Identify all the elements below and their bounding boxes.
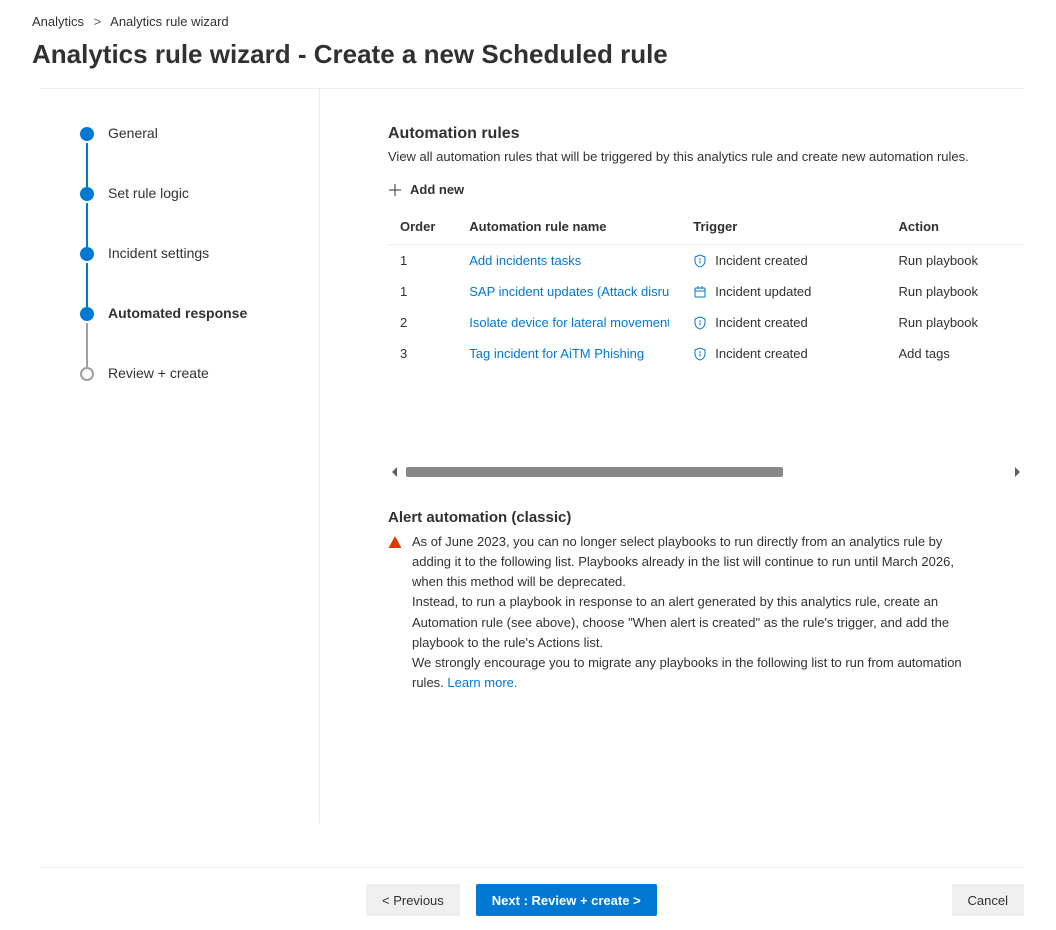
scroll-right-icon[interactable]	[1010, 467, 1024, 477]
warning-text-3: We strongly encourage you to migrate any…	[412, 653, 984, 693]
page-title: Analytics rule wizard - Create a new Sch…	[0, 39, 1056, 88]
cell-order: 1	[388, 276, 457, 307]
add-new-label: Add new	[410, 182, 464, 197]
step-connector	[86, 203, 88, 247]
alert-automation-warning: As of June 2023, you can no longer selec…	[388, 532, 1024, 693]
nav-label: Review + create	[108, 365, 209, 381]
cell-order: 1	[388, 245, 457, 277]
nav-label: Incident settings	[108, 245, 209, 261]
scroll-thumb[interactable]	[406, 467, 783, 477]
step-connector	[86, 143, 88, 187]
learn-more-link[interactable]: Learn more.	[447, 675, 517, 690]
cell-trigger: Incident updated	[681, 276, 886, 307]
nav-step-incident-settings[interactable]: Incident settings	[80, 245, 299, 305]
step-dot-icon	[80, 127, 94, 141]
table-row[interactable]: 1Add incidents tasksIncident createdRun …	[388, 245, 1024, 277]
alert-automation-classic-title: Alert automation (classic)	[388, 509, 1024, 526]
breadcrumb-root[interactable]: Analytics	[32, 14, 84, 29]
automation-rules-table: Order Automation rule name Trigger Actio…	[388, 209, 1024, 369]
cell-rule-name[interactable]: Isolate device for lateral movement ta	[457, 307, 681, 338]
chevron-right-icon: >	[94, 14, 102, 29]
automation-rules-title: Automation rules	[388, 125, 1024, 143]
cell-trigger: Incident created	[681, 338, 886, 369]
plus-icon	[388, 183, 402, 197]
step-dot-icon	[80, 307, 94, 321]
breadcrumb: Analytics > Analytics rule wizard	[0, 0, 1056, 39]
cell-action: Add tags	[887, 338, 1024, 369]
next-button[interactable]: Next : Review + create >	[476, 884, 657, 916]
scroll-track[interactable]	[402, 467, 1010, 477]
add-new-button[interactable]: Add new	[388, 182, 1024, 197]
col-order[interactable]: Order	[388, 209, 457, 245]
step-dot-icon	[80, 187, 94, 201]
previous-button[interactable]: < Previous	[366, 884, 460, 916]
cell-action: Run playbook	[887, 245, 1024, 277]
cell-rule-name[interactable]: Add incidents tasks	[457, 245, 681, 277]
nav-step-automated-response[interactable]: Automated response	[80, 305, 299, 365]
cell-rule-name[interactable]: Tag incident for AiTM Phishing	[457, 338, 681, 369]
breadcrumb-current: Analytics rule wizard	[110, 14, 229, 29]
cell-trigger: Incident created	[681, 245, 886, 277]
nav-step-set-rule-logic[interactable]: Set rule logic	[80, 185, 299, 245]
col-trigger[interactable]: Trigger	[681, 209, 886, 245]
warning-text-1: As of June 2023, you can no longer selec…	[412, 532, 984, 592]
warning-icon	[388, 535, 402, 549]
nav-step-general[interactable]: General	[80, 125, 299, 185]
cell-trigger: Incident created	[681, 307, 886, 338]
nav-label: Set rule logic	[108, 185, 189, 201]
cell-action: Run playbook	[887, 307, 1024, 338]
nav-label: General	[108, 125, 158, 141]
warning-text-2: Instead, to run a playbook in response t…	[412, 592, 984, 652]
cell-order: 2	[388, 307, 457, 338]
table-row[interactable]: 3Tag incident for AiTM PhishingIncident …	[388, 338, 1024, 369]
col-rule-name[interactable]: Automation rule name	[457, 209, 681, 245]
step-connector	[86, 263, 88, 307]
col-action[interactable]: Action	[887, 209, 1024, 245]
table-row[interactable]: 1SAP incident updates (Attack disruptioI…	[388, 276, 1024, 307]
step-dot-icon	[80, 367, 94, 381]
wizard-nav: General Set rule logic Incident settings…	[40, 89, 320, 823]
cancel-button[interactable]: Cancel	[952, 884, 1024, 916]
calendar-update-icon	[693, 285, 707, 299]
wizard-footer: < Previous Next : Review + create > Canc…	[40, 867, 1024, 916]
cell-action: Run playbook	[887, 276, 1024, 307]
table-horizontal-scrollbar[interactable]	[388, 465, 1024, 479]
nav-label: Automated response	[108, 305, 247, 321]
table-row[interactable]: 2Isolate device for lateral movement taI…	[388, 307, 1024, 338]
shield-info-icon	[693, 347, 707, 361]
cell-rule-name[interactable]: SAP incident updates (Attack disruptio	[457, 276, 681, 307]
step-dot-icon	[80, 247, 94, 261]
cell-order: 3	[388, 338, 457, 369]
step-connector	[86, 323, 88, 367]
scroll-left-icon[interactable]	[388, 467, 402, 477]
automation-rules-desc: View all automation rules that will be t…	[388, 149, 1024, 164]
nav-step-review-create[interactable]: Review + create	[80, 365, 299, 381]
shield-info-icon	[693, 316, 707, 330]
shield-info-icon	[693, 254, 707, 268]
